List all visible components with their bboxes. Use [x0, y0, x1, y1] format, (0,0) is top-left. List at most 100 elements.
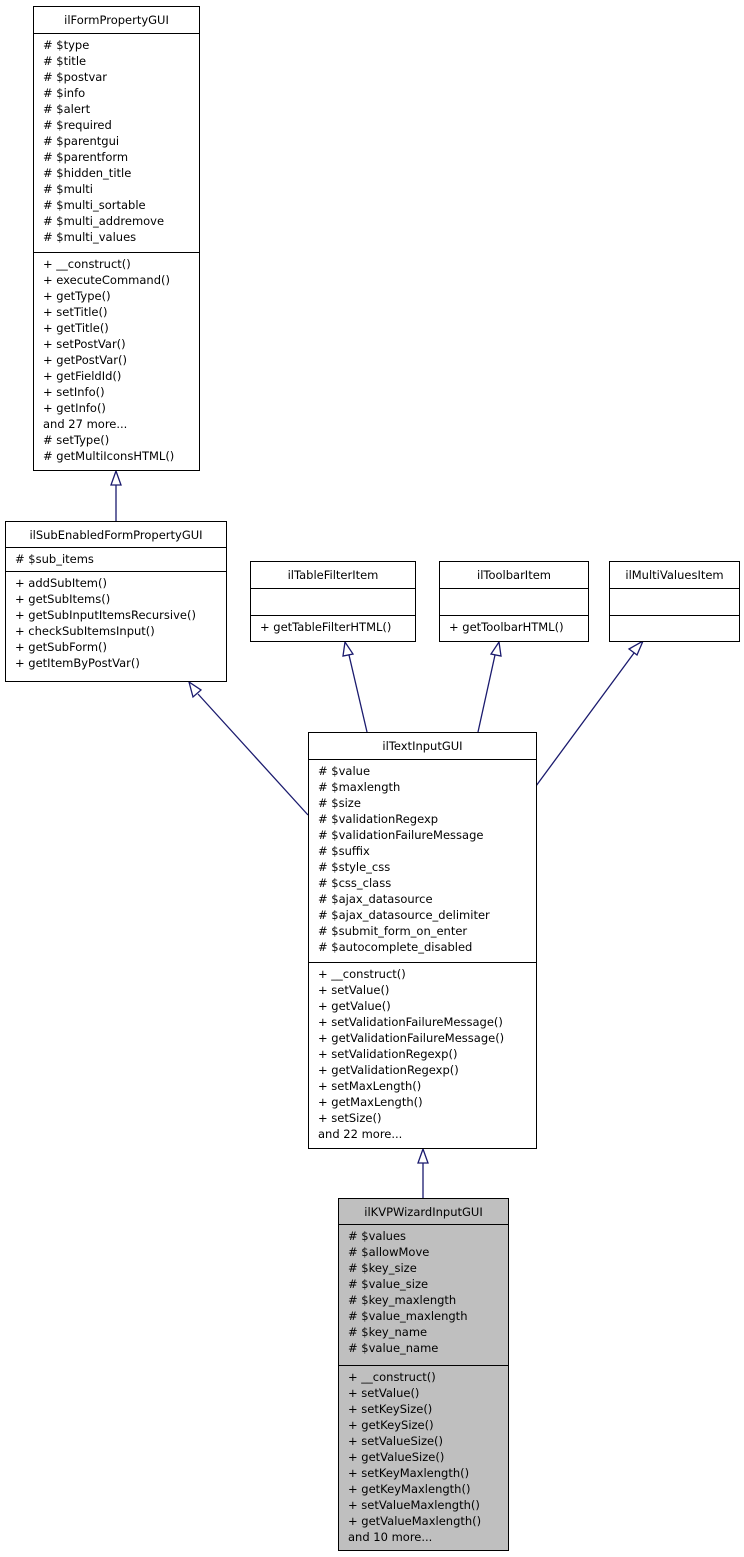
edge-textinput-to-tablefilteritem — [348, 654, 368, 733]
attribute-item: # $sub_items — [15, 552, 94, 566]
class-iltoolbaritem[interactable]: ilToolbarItem + getToolbarHTML() — [439, 561, 589, 642]
method-item: + __construct() — [348, 1370, 436, 1384]
attribute-item: # $info — [43, 86, 86, 100]
methods-section: + addSubItem() + getSubItems() + getSubInp… — [6, 572, 226, 671]
method-item: + __construct() — [318, 967, 406, 981]
class-ilsubenabledformpropertygui[interactable]: ilSubEnabledFormPropertyGUI # $sub_items… — [5, 521, 227, 682]
methods-section — [610, 616, 739, 619]
more-members-note: and 10 more... — [348, 1530, 433, 1544]
class-ilkvpwizardinputgui[interactable]: ilKVPWizardInputGUI # $values # $allowMov… — [338, 1198, 509, 1551]
attributes-section: # $type # $title # $postvar # $info # $alert… — [34, 34, 199, 253]
class-ilformpropertygui[interactable]: ilFormPropertyGUI # $type # $title # $post… — [33, 6, 200, 471]
method-item: # getMultiIconsHTML() — [43, 449, 175, 463]
class-name: ilToolbarItem — [440, 562, 588, 589]
arrowhead-toolbaritem — [489, 640, 502, 657]
attribute-item: # $value_maxlength — [348, 1309, 468, 1323]
attribute-item: # $validationFailureMessage — [318, 828, 484, 842]
method-item: + getFieldId() — [43, 369, 122, 383]
attribute-item: # $multi_addremove — [43, 214, 165, 228]
methods-section: + getTableFilterHTML() — [251, 616, 415, 635]
attribute-item: # $postvar — [43, 70, 108, 84]
method-item: + setKeyMaxlength() — [348, 1466, 470, 1480]
method-item: + setKeySize() — [348, 1402, 433, 1416]
attribute-item: # $values — [348, 1229, 407, 1243]
method-item: + getValueSize() — [348, 1450, 445, 1464]
attribute-item: # $autocomplete_disabled — [318, 940, 473, 954]
edge-textinput-to-subenabled — [197, 693, 309, 816]
method-item: + setSize() — [318, 1111, 382, 1125]
method-item: + getSubForm() — [15, 640, 108, 654]
method-item: + getTitle() — [43, 321, 109, 335]
method-item: + getInfo() — [43, 401, 106, 415]
method-item: + getValueMaxlength() — [348, 1514, 482, 1528]
class-name: ilMultiValuesItem — [610, 562, 739, 589]
attribute-item: # $type — [43, 38, 90, 52]
attribute-item: # $value — [318, 764, 371, 778]
edge-textinput-to-multivaluesitem — [535, 652, 635, 787]
method-item: + setPostVar() — [43, 337, 126, 351]
attributes-section: # $sub_items — [6, 548, 226, 572]
attributes-section: # $values # $allowMove # $key_size # $value… — [339, 1225, 508, 1366]
method-item: + getValue() — [318, 999, 391, 1013]
method-item: + getPostVar() — [43, 353, 127, 367]
attribute-item: # $style_css — [318, 860, 391, 874]
attribute-item: # $allowMove — [348, 1245, 430, 1259]
method-item: + getItemByPostVar() — [15, 656, 140, 670]
attribute-item: # $ajax_datasource_delimiter — [318, 908, 490, 922]
class-ilmultivaluesitem[interactable]: ilMultiValuesItem — [609, 561, 740, 642]
method-item: + getValidationRegexp() — [318, 1063, 459, 1077]
attribute-item: # $suffix — [318, 844, 370, 858]
method-item: + getToolbarHTML() — [449, 620, 564, 634]
attribute-item: # $parentform — [43, 150, 129, 164]
attributes-section — [610, 589, 739, 616]
class-iltextinputgui[interactable]: ilTextInputGUI # $value # $maxlength # $si… — [308, 732, 537, 1149]
class-name: ilSubEnabledFormPropertyGUI — [6, 522, 226, 548]
method-item: + getKeySize() — [348, 1418, 434, 1432]
arrowhead-textinput — [417, 1147, 429, 1164]
attribute-item: # $parentgui — [43, 134, 120, 148]
method-item: + getTableFilterHTML() — [260, 620, 392, 634]
method-item: + setTitle() — [43, 305, 108, 319]
methods-section: + __construct() + setValue() + setKeySize(… — [339, 1366, 508, 1545]
attribute-item: # $key_maxlength — [348, 1293, 457, 1307]
attribute-item: # $submit_form_on_enter — [318, 924, 468, 938]
attribute-item: # $key_name — [348, 1325, 428, 1339]
class-name: ilKVPWizardInputGUI — [339, 1199, 508, 1225]
arrowhead-formproperty — [110, 469, 122, 486]
method-item: + getType() — [43, 289, 111, 303]
attribute-item: # $required — [43, 118, 112, 132]
class-iltablefilteritem[interactable]: ilTableFilterItem + getTableFilterHTML() — [250, 561, 416, 642]
method-item: + setValueMaxlength() — [348, 1498, 480, 1512]
arrowhead-multivaluesitem — [627, 639, 645, 657]
method-item: + getMaxLength() — [318, 1095, 423, 1109]
method-item: + addSubItem() — [15, 576, 107, 590]
attributes-section: # $value # $maxlength # $size # $validation… — [309, 760, 536, 963]
class-name: ilTextInputGUI — [309, 733, 536, 760]
attribute-item: # $validationRegexp — [318, 812, 439, 826]
method-item: + setValue() — [348, 1386, 420, 1400]
method-item: + __construct() — [43, 257, 131, 271]
edge-textinput-to-toolbaritem — [477, 654, 496, 733]
more-members-note: and 27 more... — [43, 417, 128, 431]
attribute-item: # $hidden_title — [43, 166, 132, 180]
method-item: + getValidationFailureMessage() — [318, 1031, 505, 1045]
methods-section: + __construct() + executeCommand() + getTy… — [34, 253, 199, 464]
attribute-item: # $value_name — [348, 1341, 439, 1355]
method-item: + setValueSize() — [348, 1434, 444, 1448]
class-name: ilTableFilterItem — [251, 562, 415, 589]
attribute-item: # $multi — [43, 182, 93, 196]
method-item: + setMaxLength() — [318, 1079, 422, 1093]
attribute-item: # $css_class — [318, 876, 392, 890]
method-item: + setValidationFailureMessage() — [318, 1015, 503, 1029]
attributes-section — [251, 589, 415, 616]
attribute-item: # $ajax_datasource — [318, 892, 433, 906]
method-item: + executeCommand() — [43, 273, 170, 287]
method-item: + checkSubItemsInput() — [15, 624, 155, 638]
attributes-section — [440, 589, 588, 616]
attribute-item: # $value_size — [348, 1277, 429, 1291]
method-item: + getSubItems() — [15, 592, 111, 606]
class-name: ilFormPropertyGUI — [34, 7, 199, 34]
method-item: + setValue() — [318, 983, 390, 997]
attribute-item: # $size — [318, 796, 361, 810]
attribute-item: # $multi_values — [43, 230, 137, 244]
